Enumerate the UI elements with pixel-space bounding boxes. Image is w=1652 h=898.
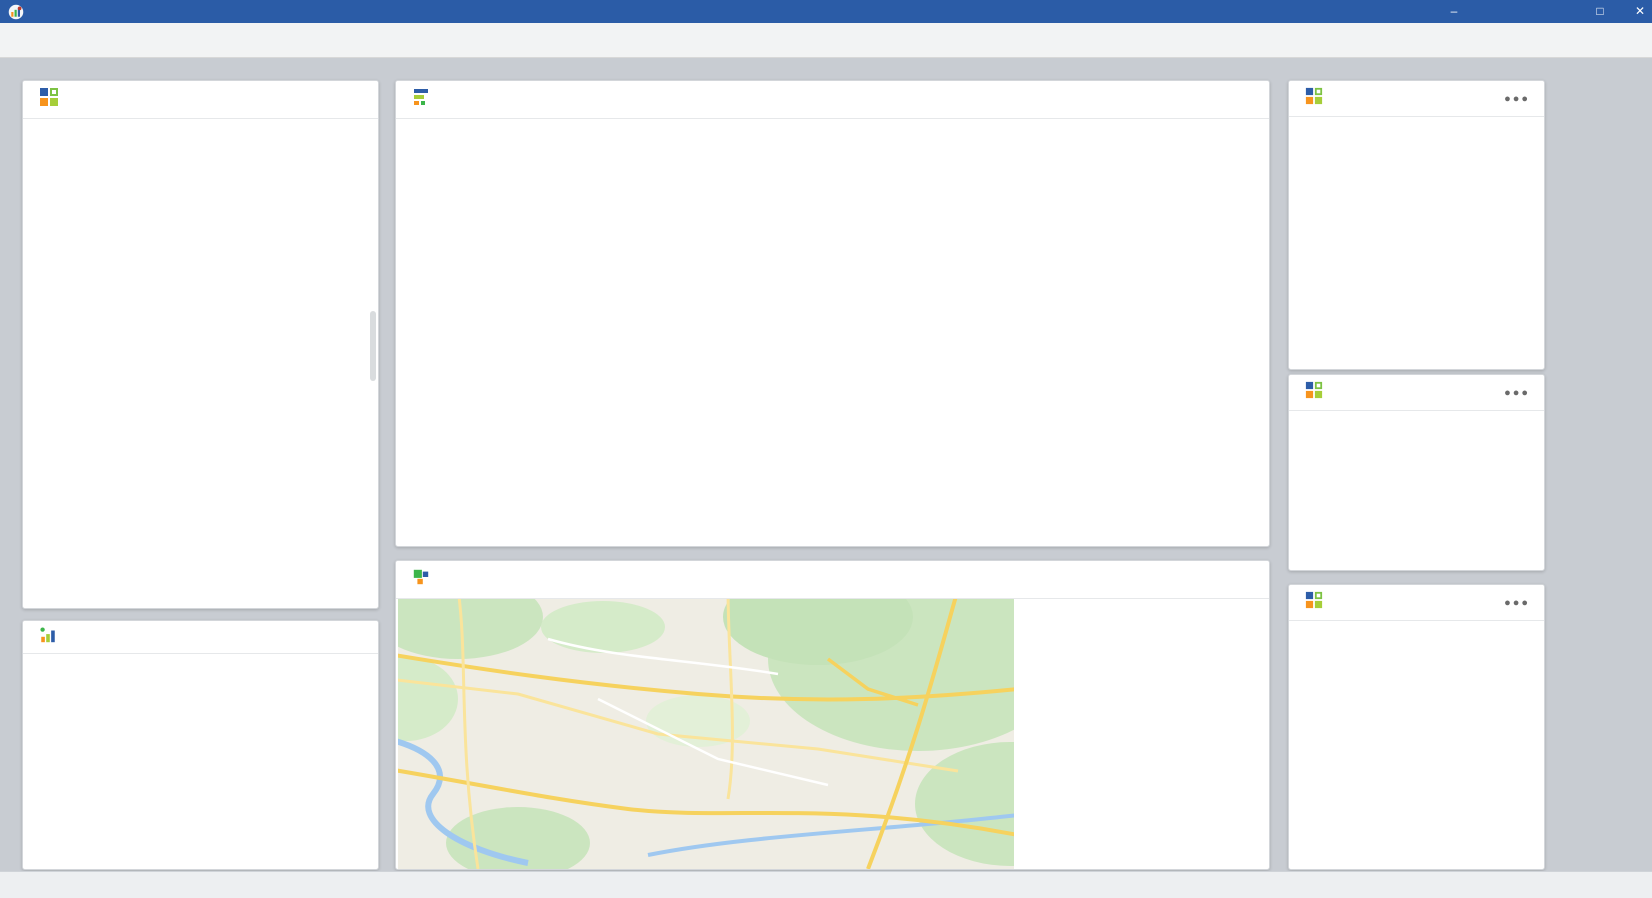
- reports-panel-icon: [39, 626, 57, 649]
- equipes-panel: [22, 80, 379, 609]
- interventions-panel: ●●●: [1288, 80, 1545, 370]
- status-menu-button[interactable]: ●●●: [1504, 387, 1530, 399]
- equipes-panel-body: [23, 119, 378, 608]
- equipment-list: [1289, 621, 1544, 869]
- status-panel-header: ●●●: [1289, 375, 1544, 411]
- planning-panel: [395, 80, 1270, 547]
- interventions-list: [1289, 117, 1544, 369]
- equipment-menu-button[interactable]: ●●●: [1504, 597, 1530, 609]
- employee-map-panel: [395, 560, 1270, 870]
- equipes-panel-header: [23, 81, 378, 119]
- employee-map-panel-icon: [412, 568, 430, 591]
- equipes-panel-icon: [39, 87, 59, 112]
- map[interactable]: [398, 599, 1014, 869]
- equipment-panel-icon: [1305, 591, 1323, 614]
- toolbar: [0, 23, 1652, 58]
- status-panel: ●●●: [1288, 374, 1545, 571]
- equipes-scrollbar[interactable]: [370, 311, 376, 381]
- interventions-panel-header: ●●●: [1289, 81, 1544, 117]
- interventions-menu-button[interactable]: ●●●: [1504, 93, 1530, 105]
- maximize-button[interactable]: □: [1584, 0, 1616, 23]
- map-terrain: [398, 599, 1014, 869]
- titlebar: – □ ✕: [0, 0, 1652, 23]
- equipment-panel-header: ●●●: [1289, 585, 1544, 621]
- planning-panel-header: [396, 81, 1269, 119]
- app-logo-icon: [8, 4, 24, 20]
- status-list: [1289, 411, 1544, 570]
- planning-panel-icon: [412, 87, 432, 112]
- report-chart: [23, 654, 378, 869]
- minimize-button[interactable]: –: [1438, 0, 1470, 23]
- equipment-panel: ●●●: [1288, 584, 1545, 870]
- reports-panel: [22, 620, 379, 870]
- employee-map-panel-header: [396, 561, 1269, 599]
- interventions-panel-icon: [1305, 87, 1323, 110]
- planning-table: [396, 119, 1269, 546]
- reports-panel-header: [23, 621, 378, 654]
- status-panel-icon: [1305, 381, 1323, 404]
- close-button[interactable]: ✕: [1624, 0, 1652, 23]
- status-bar: [0, 871, 1652, 898]
